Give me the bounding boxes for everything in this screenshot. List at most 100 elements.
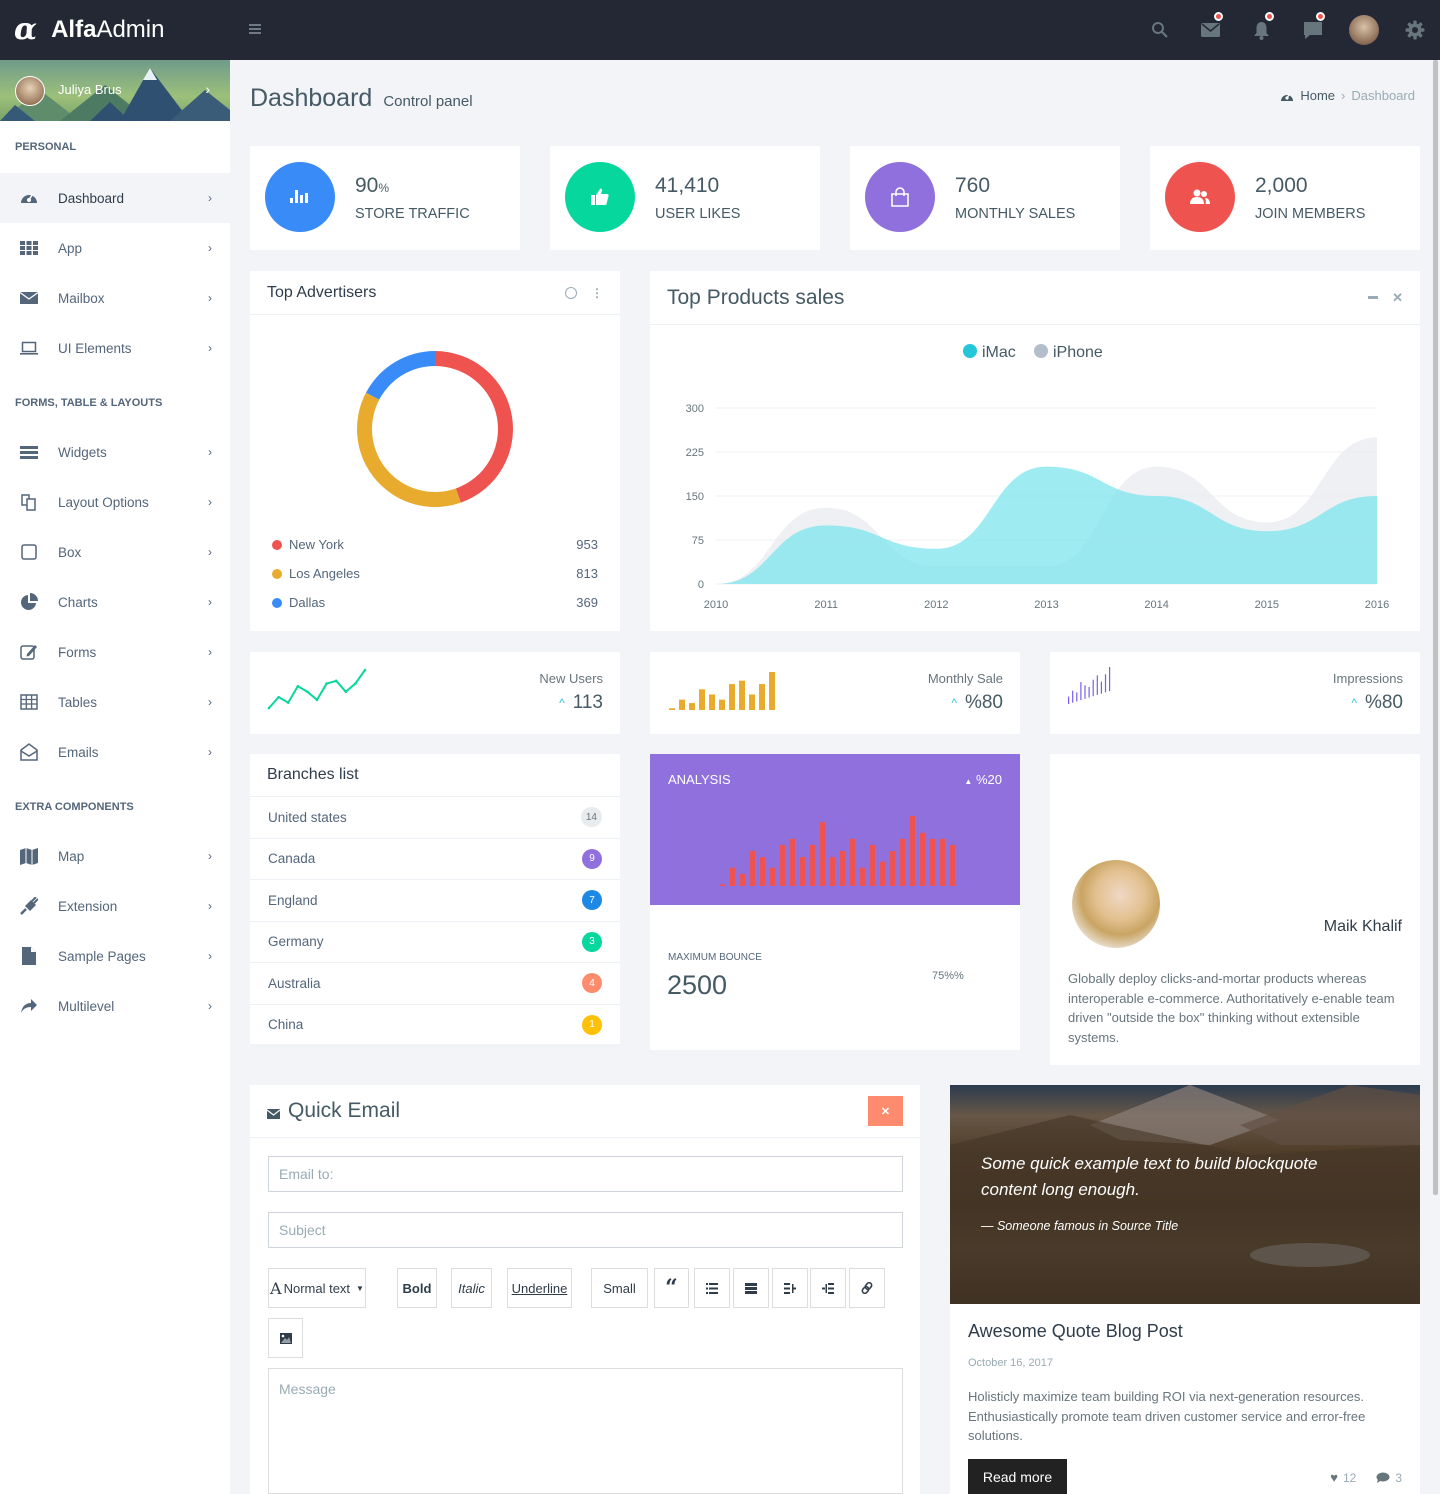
legend-dot bbox=[272, 539, 282, 550]
underline-button[interactable]: Underline bbox=[507, 1268, 572, 1308]
sidebar-item-emails[interactable]: Emails › bbox=[0, 727, 230, 777]
legend-value: 813 bbox=[576, 566, 598, 581]
branch-row[interactable]: United states 14 bbox=[250, 797, 620, 839]
analysis-change: ▲ %20 bbox=[964, 772, 1002, 787]
comment-icon[interactable] bbox=[1376, 1472, 1390, 1483]
indent-button[interactable] bbox=[810, 1268, 846, 1308]
link-button[interactable] bbox=[849, 1268, 885, 1308]
close-button[interactable]: ✕ bbox=[868, 1096, 903, 1126]
y-tick-label: 225 bbox=[686, 447, 704, 459]
branch-count-badge: 4 bbox=[582, 973, 602, 994]
bar bbox=[1100, 681, 1102, 694]
email-to-input[interactable]: Email to: bbox=[268, 1156, 903, 1192]
sidebar-item-multilevel[interactable]: Multilevel › bbox=[0, 981, 230, 1031]
caret-down-icon: ▼ bbox=[356, 1283, 364, 1293]
chart-legend: iMac iPhone bbox=[963, 344, 1103, 361]
mail-icon[interactable] bbox=[1185, 0, 1236, 60]
stat-unit: % bbox=[378, 181, 390, 195]
subject-input[interactable]: Subject bbox=[268, 1212, 903, 1248]
donut-chart bbox=[357, 351, 513, 507]
sidebar-item-mailbox[interactable]: Mailbox › bbox=[0, 273, 230, 323]
sidebar-item-label: Sample Pages bbox=[58, 948, 146, 964]
sidebar-item-app[interactable]: App › bbox=[0, 223, 230, 273]
more-vertical-icon[interactable]: ⋮ bbox=[591, 286, 603, 300]
chevron-right-icon: › bbox=[208, 645, 212, 659]
bar bbox=[719, 699, 725, 710]
spark-number: 113 bbox=[572, 692, 603, 713]
branches-card: Branches list United states 14 Canada 9 Engl… bbox=[250, 754, 620, 1046]
page-scrollbar[interactable] bbox=[1431, 60, 1440, 1494]
italic-button[interactable]: Italic bbox=[451, 1268, 492, 1308]
outdent-button[interactable] bbox=[772, 1268, 808, 1308]
bar bbox=[870, 844, 875, 886]
branch-row[interactable]: China 1 bbox=[250, 1005, 620, 1046]
profile-bio: Globally deploy clicks-and-mortar produc… bbox=[1068, 971, 1395, 1045]
topbar: α Alfa Admin bbox=[0, 0, 1440, 60]
unordered-list-button[interactable] bbox=[694, 1268, 730, 1308]
nav-section-caption: EXTRA COMPONENTS bbox=[15, 801, 134, 813]
breadcrumb-home-link[interactable]: Home bbox=[1300, 88, 1335, 103]
sidebar-item-label: Forms bbox=[58, 644, 97, 660]
card-title: Top Products sales bbox=[667, 285, 845, 309]
bar bbox=[890, 851, 895, 886]
card-header: Top Advertisers ⋮ bbox=[250, 271, 620, 315]
plug-icon bbox=[20, 897, 38, 915]
sidebar-item-map[interactable]: Map › bbox=[0, 831, 230, 881]
user-avatar[interactable] bbox=[1338, 0, 1389, 60]
message-textarea[interactable]: Message bbox=[268, 1368, 903, 1494]
sidebar-item-box[interactable]: Box › bbox=[0, 527, 230, 577]
bold-button[interactable]: Bold bbox=[397, 1268, 437, 1308]
top-products-card: Top Products sales ✕ 0 75 150 225 300 2010 201… bbox=[650, 271, 1420, 631]
search-icon[interactable] bbox=[1134, 0, 1185, 60]
stat-number: 2,000 bbox=[1255, 174, 1308, 197]
blog-title[interactable]: Awesome Quote Blog Post bbox=[968, 1321, 1183, 1342]
gear-icon[interactable] bbox=[1389, 0, 1440, 60]
sidebar-item-label: Tables bbox=[58, 694, 98, 710]
legend-dot-iphone bbox=[1034, 344, 1048, 358]
bar bbox=[830, 857, 835, 886]
sidebar-profile[interactable]: Juliya Brus › bbox=[0, 60, 230, 121]
blockquote-button[interactable]: “ bbox=[654, 1268, 689, 1308]
brand-logo[interactable]: α Alfa Admin bbox=[0, 0, 230, 60]
read-more-button[interactable]: Read more bbox=[968, 1459, 1067, 1494]
bar bbox=[1096, 675, 1098, 695]
card-header: Top Products sales ✕ bbox=[650, 271, 1420, 325]
sidebar-item-extension[interactable]: Extension › bbox=[0, 881, 230, 931]
sidebar-item-layout-options[interactable]: Layout Options › bbox=[0, 477, 230, 527]
nav-section-caption: FORMS, TABLE & LAYOUTS bbox=[15, 397, 163, 409]
insert-image-button[interactable] bbox=[268, 1318, 303, 1358]
small-button[interactable]: Small bbox=[591, 1268, 648, 1308]
indent-icon bbox=[822, 1282, 834, 1294]
file-icon bbox=[20, 947, 38, 965]
branch-count-badge: 9 bbox=[582, 848, 602, 869]
branch-row[interactable]: England 7 bbox=[250, 880, 620, 922]
sidebar-item-label: Emails bbox=[58, 744, 99, 760]
ordered-list-button[interactable] bbox=[733, 1268, 769, 1308]
notification-dot bbox=[1214, 12, 1223, 21]
impressions-card: Impressions ^ %80 bbox=[1050, 652, 1420, 734]
menu-toggle-icon[interactable] bbox=[249, 24, 261, 36]
sidebar-item-tables[interactable]: Tables › bbox=[0, 677, 230, 727]
arrow-up-icon: ^ bbox=[559, 696, 565, 710]
scrollbar-thumb[interactable] bbox=[1433, 60, 1438, 1195]
bar bbox=[669, 708, 675, 710]
chevron-right-icon: › bbox=[208, 899, 212, 913]
sidebar-item-sample-pages[interactable]: Sample Pages › bbox=[0, 931, 230, 981]
sidebar-item-forms[interactable]: Forms › bbox=[0, 627, 230, 677]
branch-row[interactable]: Germany 3 bbox=[250, 922, 620, 963]
sidebar-item-ui-elements[interactable]: UI Elements › bbox=[0, 323, 230, 373]
text-format-dropdown[interactable]: A Normal text ▼ bbox=[268, 1268, 366, 1308]
refresh-icon[interactable] bbox=[565, 286, 577, 299]
bell-icon[interactable] bbox=[1236, 0, 1287, 60]
minimize-icon[interactable] bbox=[1368, 296, 1379, 299]
sidebar-item-widgets[interactable]: Widgets › bbox=[0, 427, 230, 477]
sidebar-item-label: Layout Options bbox=[58, 494, 149, 510]
sidebar-item-charts[interactable]: Charts › bbox=[0, 577, 230, 627]
close-icon[interactable]: ✕ bbox=[1392, 290, 1403, 306]
heart-icon[interactable]: ♥ bbox=[1330, 1470, 1338, 1485]
alpha-logo-icon: α bbox=[14, 12, 38, 47]
chat-icon[interactable] bbox=[1287, 0, 1338, 60]
branch-row[interactable]: Australia 4 bbox=[250, 963, 620, 1005]
sidebar-item-dashboard[interactable]: Dashboard › bbox=[0, 173, 230, 223]
branch-row[interactable]: Canada 9 bbox=[250, 839, 620, 880]
